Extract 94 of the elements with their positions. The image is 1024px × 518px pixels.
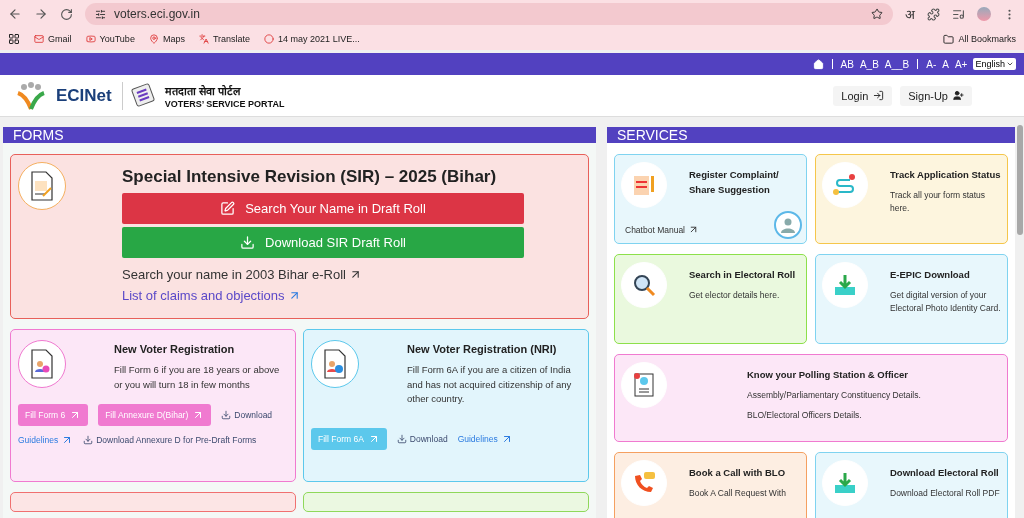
play-icon — [85, 34, 96, 44]
download-icon — [240, 235, 256, 250]
download-link[interactable]: Download — [221, 410, 273, 420]
bookmark-item[interactable]: Gmail — [34, 34, 72, 44]
document-icon — [29, 349, 55, 379]
bookmark-star-icon[interactable] — [871, 8, 883, 20]
portal-title-hindi: मतदाता सेवा पोर्टल — [164, 83, 242, 98]
service-card[interactable]: E-EPIC Download Get digital version of your Electoral Photo Identity Card. — [815, 254, 1008, 344]
login-button[interactable]: Login — [833, 85, 893, 106]
download-icon — [833, 471, 857, 495]
contrast-link[interactable]: A__B — [884, 58, 910, 70]
download-link[interactable]: Download — [396, 434, 448, 444]
edit-icon — [220, 201, 236, 216]
service-card[interactable]: Register Complaint/ Share Suggestion Chatbot Manual — [614, 154, 807, 244]
login-icon — [873, 90, 885, 101]
card-description: Get digital version of your Electoral Photo Identity Card. — [890, 289, 1001, 316]
brand-name: ECINet — [56, 85, 112, 106]
bookmark-item[interactable]: 14 may 2021 LIVE... — [264, 34, 360, 44]
scrollbar-thumb[interactable] — [1017, 125, 1023, 235]
guidelines-link[interactable]: Guidelines — [18, 434, 74, 446]
home-icon[interactable] — [812, 58, 824, 70]
user-plus-icon — [953, 90, 964, 101]
card-title: Book a Call with BLO — [689, 466, 786, 480]
pin-icon — [148, 34, 159, 44]
mail-icon — [34, 34, 44, 44]
card-description: BLO/Electoral Officers Details. — [747, 409, 863, 423]
folder-icon — [943, 33, 955, 45]
card-link[interactable]: List of claims and objections — [122, 288, 524, 303]
card-title: Know your Polling Station & Officer — [747, 368, 909, 382]
card-title: Search in Electoral Roll — [689, 268, 796, 282]
apps-icon[interactable] — [8, 33, 20, 45]
chatbot-manual-link[interactable]: Chatbot Manual — [625, 224, 699, 235]
download-link[interactable]: Download Annexure D for Pre-Draft Forms — [83, 435, 257, 445]
back-icon[interactable] — [8, 7, 22, 21]
card-title: Track Application Status — [890, 168, 1001, 182]
signup-button[interactable]: Sign-Up — [900, 85, 972, 106]
card-description: Download Electoral Roll PDF — [890, 487, 1000, 501]
card-title: Download Electoral Roll — [890, 466, 1000, 480]
card-title: New Voter Registration (NRI) — [407, 343, 558, 355]
forward-icon[interactable] — [34, 7, 48, 21]
circle-icon — [264, 34, 275, 44]
card-link[interactable]: Search your name in 2003 Bihar e-Roll — [122, 267, 524, 282]
service-card[interactable]: Track Application Status Track all your form status here. — [815, 154, 1008, 244]
card-title: E-EPIC Download — [890, 268, 971, 282]
all-bookmarks-button[interactable]: All Bookmarks — [943, 33, 1016, 45]
person-silhouette-icon — [780, 217, 796, 233]
card-title: Special Intensive Revision (SIR) – 2025 (Bihar) — [122, 167, 498, 187]
card-title: Register Complaint/ Share Suggestion — [689, 168, 780, 198]
site-settings-icon[interactable] — [95, 8, 106, 20]
download-icon — [396, 434, 407, 444]
id-card-icon — [633, 372, 655, 398]
route-icon — [832, 173, 858, 197]
search-button[interactable]: Search Your Name in Draft Roll — [122, 193, 524, 224]
translate-icon — [198, 34, 209, 44]
chevron-down-icon — [1006, 60, 1014, 68]
bookmark-item[interactable]: YouTube — [85, 34, 135, 44]
contrast-link[interactable]: AB — [840, 58, 854, 70]
form-pencil-icon — [632, 173, 656, 197]
font-size-link[interactable]: A+ — [954, 58, 968, 70]
service-card[interactable]: Download Electoral Roll Download Electoral Roll PDF — [815, 452, 1008, 518]
service-card[interactable]: Search in Electoral Roll Get elector details here. — [614, 254, 807, 344]
card-description: Get elector details here. — [689, 289, 781, 303]
document-icon — [322, 349, 348, 379]
arrow-up-right-icon — [688, 224, 699, 235]
media-icon[interactable] — [952, 7, 965, 21]
bookmark-item[interactable]: Translate — [198, 34, 251, 44]
search-icon — [632, 273, 656, 297]
download-icon — [221, 410, 232, 420]
card-description: Fill Form 6 if you are 18 years or above or you will turn 18 in few months — [114, 363, 281, 392]
reload-icon[interactable] — [60, 7, 73, 21]
guidelines-link[interactable]: Guidelines — [457, 433, 513, 445]
phone-chat-icon — [632, 471, 656, 495]
card-description: Book A Call Request With — [689, 487, 786, 501]
font-size-link[interactable]: A — [942, 58, 949, 70]
panel-header: SERVICES — [607, 127, 1015, 143]
card-description: Fill Form 6A if you are a citizen of India and has not acquired citizenship of any other country. — [407, 363, 573, 407]
arrow-up-right-icon — [349, 268, 362, 281]
card-description: Track all your form status here. — [890, 189, 987, 216]
service-card[interactable]: Know your Polling Station & Officer Assembly/Parliamentary Constituency Details. BLO/Electoral Officers Details. — [614, 354, 1008, 442]
extensions-icon[interactable] — [927, 7, 940, 21]
download-icon — [833, 273, 857, 297]
card-description: Assembly/Parliamentary Constituency Details. — [747, 389, 921, 403]
bookmark-item[interactable]: Maps — [148, 34, 185, 44]
language-select[interactable]: English — [973, 58, 1016, 70]
document-icon — [29, 171, 55, 201]
portal-title: VOTERS’ SERVICE PORTAL — [164, 98, 285, 109]
translate-button[interactable]: अ — [905, 5, 915, 23]
download-icon — [83, 435, 94, 445]
font-size-link[interactable]: A- — [926, 58, 937, 70]
panel-header: FORMS — [3, 127, 596, 143]
service-card[interactable]: Book a Call with BLO Book A Call Request With — [614, 452, 807, 518]
card-title: New Voter Registration — [114, 343, 236, 355]
contrast-link[interactable]: A_B — [859, 58, 879, 70]
address-bar[interactable]: voters.eci.gov.in — [85, 3, 893, 25]
